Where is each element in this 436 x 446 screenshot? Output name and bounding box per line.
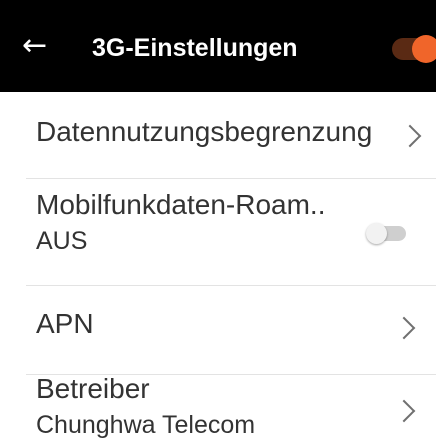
apn-label: APN — [36, 308, 94, 339]
back-arrow-icon[interactable]: ← — [22, 26, 47, 66]
page-title: 3G-Einstellungen — [92, 34, 298, 62]
settings-screen: ← 3G-Einstellungen Datennutzungsbegrenzu… — [0, 0, 436, 446]
toggle-knob — [412, 35, 436, 63]
carrier-row[interactable]: Betreiber Chunghwa Telecom — [0, 373, 436, 446]
master-toggle[interactable] — [392, 35, 436, 63]
chevron-right-icon — [398, 124, 422, 148]
app-header: ← 3G-Einstellungen — [0, 4, 436, 92]
data-usage-limit-label: Datennutzungsbegrenzung — [36, 116, 373, 147]
data-usage-limit-row[interactable]: Datennutzungsbegrenzung — [0, 92, 436, 178]
toggle-knob — [366, 223, 387, 244]
data-roaming-status: AUS — [36, 227, 88, 255]
carrier-name: Chunghwa Telecom — [36, 411, 256, 439]
data-roaming-toggle[interactable] — [366, 223, 406, 244]
chevron-right-icon — [392, 399, 416, 423]
carrier-label: Betreiber — [36, 373, 150, 404]
apn-row[interactable]: APN — [0, 286, 436, 374]
data-roaming-label: Mobilfunkdaten-Roam.. — [36, 189, 326, 220]
chevron-right-icon — [392, 316, 416, 340]
